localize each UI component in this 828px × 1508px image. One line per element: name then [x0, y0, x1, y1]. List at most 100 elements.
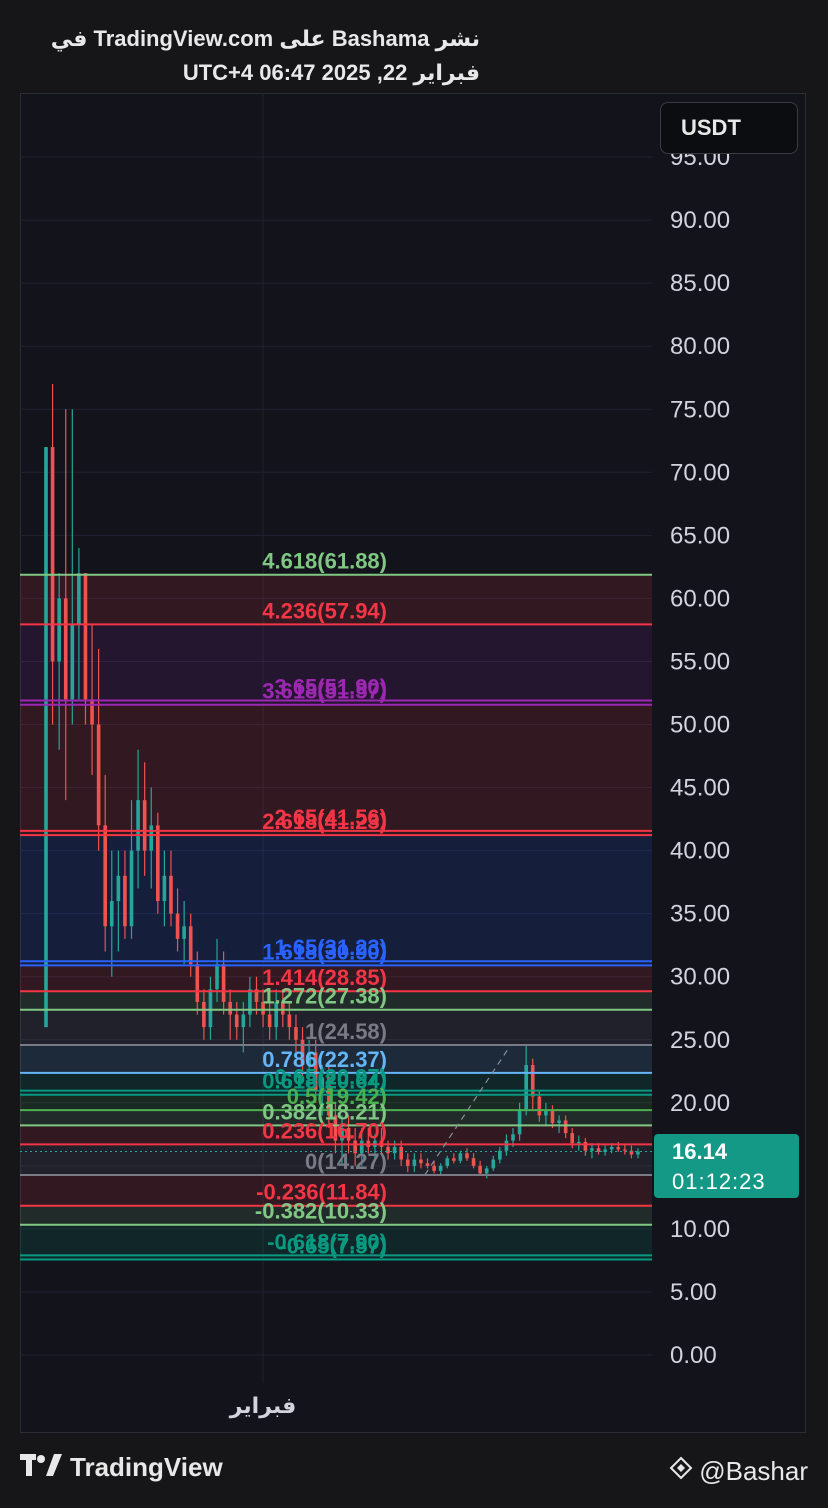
candle-body — [511, 1134, 515, 1141]
candle-body — [123, 875, 127, 927]
candle-body — [570, 1133, 575, 1144]
price-chart[interactable]: 4.618(61.88)4.236(57.94)3.65(51.90)3.618… — [20, 93, 806, 1433]
candle-body — [63, 598, 68, 700]
fib-level-label: 0.236(16.70) — [262, 1118, 387, 1143]
fib-level-label: 1.618(30.90) — [262, 939, 387, 964]
publish-line-date: فبراير 22, 2025 06:47 UTC+4 — [182, 60, 480, 85]
candle-body — [392, 1146, 397, 1154]
candle-body — [129, 850, 134, 927]
tradingview-logo-icon — [20, 1454, 62, 1481]
candle-body — [109, 901, 114, 927]
candle-body — [550, 1110, 555, 1123]
candle-body — [563, 1120, 568, 1134]
y-tick-label: 25.00 — [670, 1027, 730, 1054]
candle-body — [156, 825, 160, 902]
candle-body — [142, 800, 147, 851]
fib-level-label: 0(14.27) — [305, 1149, 387, 1174]
candle-body — [623, 1149, 627, 1151]
candle-body — [452, 1158, 456, 1161]
y-tick-label: 0.00 — [670, 1342, 717, 1369]
candle-body — [195, 964, 200, 1002]
candle-body — [412, 1159, 417, 1166]
candle-body — [478, 1165, 482, 1174]
publish-line-author: نشر Bashama على TradingView.com في — [50, 26, 480, 51]
candle-body — [248, 989, 252, 1015]
candle-body — [399, 1146, 404, 1160]
fib-level-label: 2.618(41.23) — [262, 809, 387, 834]
candle-body — [162, 875, 167, 902]
candle-body — [419, 1159, 423, 1164]
candle-body — [57, 598, 61, 662]
candle-body — [83, 573, 88, 700]
y-tick-label: 85.00 — [670, 270, 730, 297]
candle-body — [465, 1153, 469, 1159]
y-tick-label: 30.00 — [670, 964, 730, 991]
candle-body — [294, 1027, 298, 1040]
fib-level-label: 1.272(27.38) — [262, 984, 387, 1009]
candle-body — [267, 1014, 272, 1028]
candle-body — [228, 1001, 232, 1015]
fib-level-label: 1(24.58) — [305, 1019, 387, 1044]
y-tick-label: 90.00 — [670, 207, 730, 234]
candle-body — [96, 724, 101, 826]
candle-body — [445, 1158, 450, 1166]
y-tick-label: 80.00 — [670, 333, 730, 360]
candle-body — [103, 825, 108, 927]
y-tick-label: 20.00 — [670, 1090, 730, 1117]
y-tick-label: 40.00 — [670, 838, 730, 865]
candle-body — [590, 1148, 594, 1151]
candle-body — [182, 926, 186, 939]
candle-body — [202, 1001, 206, 1028]
candle-body — [537, 1096, 542, 1116]
candle-body — [234, 1014, 239, 1028]
candle-body — [221, 964, 226, 1002]
y-tick-label: 65.00 — [670, 522, 730, 549]
candle-body — [484, 1168, 489, 1174]
fib-level-label: 4.236(57.94) — [262, 598, 387, 623]
candle-body — [616, 1146, 621, 1150]
candle-body — [609, 1146, 614, 1150]
candle-body — [530, 1064, 535, 1097]
y-tick-label: 55.00 — [670, 648, 730, 675]
candle-body — [596, 1148, 601, 1152]
publish-info: نشر Bashama على TradingView.com في فبراي… — [20, 22, 480, 90]
candle-body — [491, 1159, 496, 1169]
candle-body — [576, 1141, 581, 1144]
tradingview-brand-text: TradingView — [70, 1452, 223, 1482]
candle-body — [70, 623, 75, 700]
candle-body — [438, 1165, 443, 1171]
author-handle[interactable]: @Bashar — [669, 1456, 808, 1487]
author-handle-text: @Bashar — [699, 1456, 808, 1486]
fib-level-label: 4.618(61.88) — [262, 549, 387, 574]
candle-body — [149, 825, 154, 851]
candle-body — [498, 1150, 502, 1160]
candle-body — [116, 875, 121, 902]
candle-body — [471, 1158, 476, 1166]
candle-body — [241, 1014, 246, 1028]
candle-body — [50, 447, 55, 662]
candle-body — [524, 1064, 528, 1110]
candle-body — [583, 1141, 588, 1151]
candle-body — [287, 1014, 292, 1028]
binance-diamond-icon — [669, 1456, 693, 1487]
candle-body — [215, 964, 219, 990]
candle-body — [557, 1120, 561, 1123]
y-tick-label: 70.00 — [670, 459, 730, 486]
y-tick-label: 35.00 — [670, 901, 730, 928]
candle-body — [90, 699, 94, 725]
y-tick-label: 50.00 — [670, 712, 730, 739]
x-tick-label: فبراير — [229, 1394, 297, 1419]
last-price-tag: 16.14 01:12:23 — [654, 1134, 799, 1198]
candle-body — [458, 1153, 463, 1161]
currency-selector[interactable]: USDT — [660, 102, 798, 154]
tradingview-brand[interactable]: TradingView — [20, 1452, 223, 1483]
candle-body — [405, 1159, 410, 1166]
y-tick-label: 10.00 — [670, 1216, 730, 1243]
fib-level-label: -0.382(10.33) — [255, 1199, 387, 1224]
candle-body — [188, 926, 193, 965]
candle-body — [504, 1140, 509, 1151]
candle-body — [175, 913, 180, 939]
y-tick-label: 75.00 — [670, 396, 730, 423]
candle-body — [544, 1110, 548, 1116]
fib-level-label: -0.65(7.57) — [279, 1234, 387, 1259]
